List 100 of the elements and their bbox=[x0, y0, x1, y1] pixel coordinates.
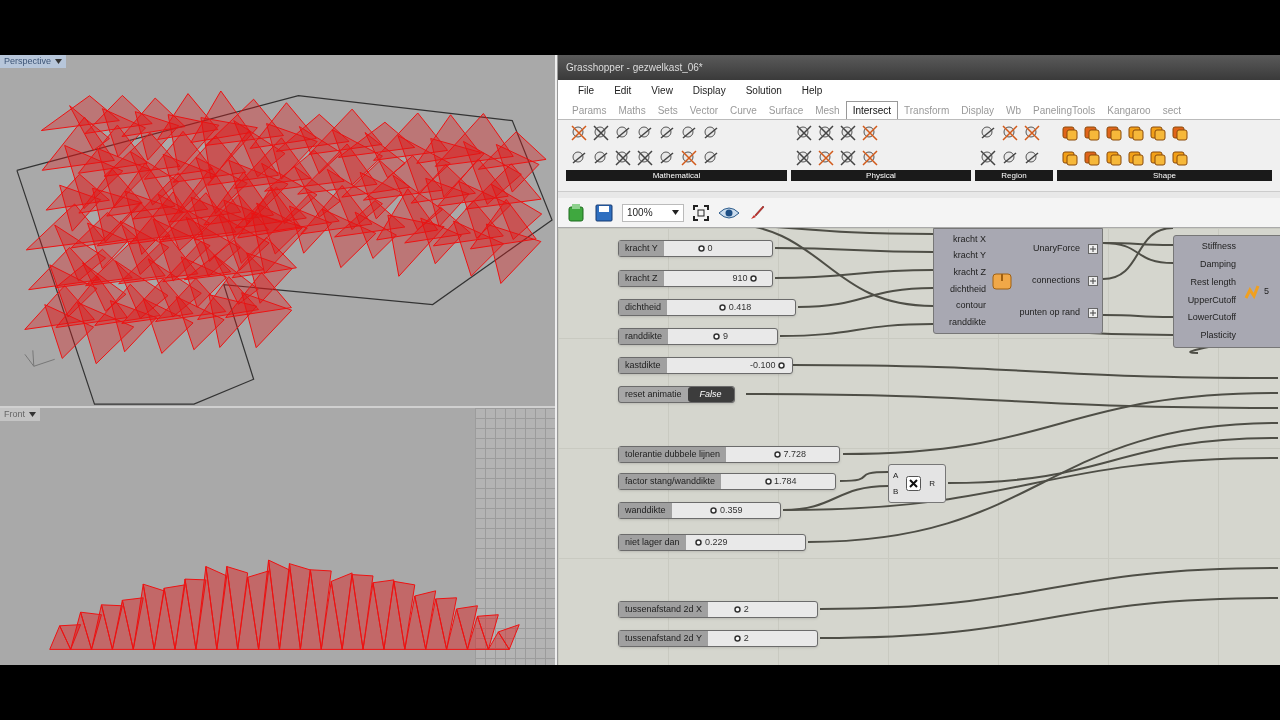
output-label: UnaryForce bbox=[1033, 242, 1080, 256]
ribbon-tab[interactable]: Display bbox=[955, 101, 1001, 119]
ribbon-tab[interactable]: Transform bbox=[898, 101, 956, 119]
paint-brush-icon[interactable] bbox=[748, 203, 766, 222]
intersect-tool-icon[interactable] bbox=[861, 149, 879, 167]
intersect-tool-icon[interactable] bbox=[979, 149, 997, 167]
slider-grip[interactable] bbox=[773, 451, 781, 458]
intersect-tool-icon[interactable] bbox=[570, 149, 588, 167]
front-viewport[interactable]: Front bbox=[0, 408, 555, 665]
cube-icon[interactable] bbox=[1061, 149, 1079, 167]
cube-icon[interactable] bbox=[1105, 124, 1123, 142]
ribbon-tab[interactable]: PanelingTools bbox=[1027, 101, 1102, 119]
intersect-tool-icon[interactable] bbox=[979, 124, 997, 142]
slider-grip[interactable] bbox=[734, 635, 742, 642]
cluster-component[interactable]: kracht X kracht Y kracht Z dichtheid contour randdikte UnaryForce connections punten op rand bbox=[933, 228, 1103, 334]
intersect-tool-icon[interactable] bbox=[702, 124, 720, 142]
cube-icon[interactable] bbox=[1083, 149, 1101, 167]
package-icon bbox=[992, 271, 1012, 291]
menu-item[interactable]: Solution bbox=[745, 82, 782, 98]
intersect-tool-icon[interactable] bbox=[636, 149, 654, 167]
intersect-tool-icon[interactable] bbox=[1001, 149, 1019, 167]
viewport-tab[interactable]: Perspective bbox=[0, 55, 67, 68]
boolean-toggle[interactable]: False bbox=[687, 387, 734, 402]
input-label: UpperCutoff bbox=[1187, 293, 1236, 307]
ribbon-tab[interactable]: Intersect bbox=[845, 101, 899, 119]
eye-icon[interactable] bbox=[718, 204, 740, 221]
intersect-tool-icon[interactable] bbox=[592, 124, 610, 142]
canvas[interactable] bbox=[558, 228, 1280, 665]
slider-value: 7.728 bbox=[783, 447, 806, 461]
spring-value: 5 bbox=[1264, 284, 1269, 298]
ribbon-tab[interactable]: Wb bbox=[1000, 101, 1028, 119]
intersect-tool-icon[interactable] bbox=[592, 149, 610, 167]
viewport-tab[interactable]: Front bbox=[0, 408, 40, 421]
zoom-dropdown[interactable]: 100% bbox=[622, 203, 684, 222]
intersect-tool-icon[interactable] bbox=[817, 149, 835, 167]
slider-grip[interactable] bbox=[695, 539, 703, 546]
ribbon-group-label: Mathematical bbox=[566, 170, 787, 181]
ribbon-tab[interactable]: sect bbox=[1156, 101, 1187, 119]
menu-item[interactable]: View bbox=[651, 82, 673, 98]
ribbon-tab[interactable]: Surface bbox=[762, 101, 810, 119]
intersect-tool-icon[interactable] bbox=[1023, 149, 1041, 167]
intersect-tool-icon[interactable] bbox=[861, 124, 879, 142]
slider-grip[interactable] bbox=[750, 275, 758, 282]
intersect-tool-icon[interactable] bbox=[658, 149, 676, 167]
menu-item[interactable]: Display bbox=[692, 82, 726, 98]
intersect-tool-icon[interactable] bbox=[1023, 124, 1041, 142]
intersect-tool-icon[interactable] bbox=[817, 124, 835, 142]
slider-grip[interactable] bbox=[734, 606, 742, 613]
input-label: A bbox=[893, 469, 899, 482]
intersect-tool-icon[interactable] bbox=[614, 149, 632, 167]
intersect-tool-icon[interactable] bbox=[636, 124, 654, 142]
cube-icon[interactable] bbox=[1127, 149, 1145, 167]
menu-item[interactable]: File bbox=[578, 82, 595, 98]
ribbon-tab[interactable]: Vector bbox=[683, 101, 725, 119]
intersect-tool-icon[interactable] bbox=[570, 124, 588, 142]
slider-grip[interactable] bbox=[719, 304, 727, 311]
intersect-tool-icon[interactable] bbox=[795, 124, 813, 142]
intersect-tool-icon[interactable] bbox=[702, 149, 720, 167]
save-icon[interactable] bbox=[594, 202, 614, 223]
intersect-tool-icon[interactable] bbox=[795, 149, 813, 167]
cube-icon[interactable] bbox=[1149, 124, 1167, 142]
perspective-viewport[interactable]: Perspective bbox=[0, 55, 555, 406]
intersect-tool-icon[interactable] bbox=[680, 149, 698, 167]
cube-icon[interactable] bbox=[1105, 149, 1123, 167]
ribbon-tab[interactable]: Maths bbox=[612, 101, 652, 119]
expand-icon[interactable] bbox=[1088, 308, 1098, 318]
slider-grip[interactable] bbox=[778, 362, 786, 369]
intersect-tool-icon[interactable] bbox=[680, 124, 698, 142]
menu-item[interactable]: Edit bbox=[614, 82, 632, 98]
input-label: dichtheid bbox=[949, 282, 986, 296]
intersect-tool-icon[interactable] bbox=[839, 149, 857, 167]
intersect-tool-icon[interactable] bbox=[1001, 124, 1019, 142]
open-file-icon[interactable] bbox=[566, 202, 586, 223]
toggle-label: reset animatie bbox=[624, 387, 683, 401]
spring-component[interactable]: Stiffness Damping Rest length UpperCutoff LowerCutoff Plasticity 5 bbox=[1173, 235, 1280, 348]
expand-icon[interactable] bbox=[1088, 276, 1098, 286]
expand-icon[interactable] bbox=[1088, 244, 1098, 254]
cube-icon[interactable] bbox=[1171, 124, 1189, 142]
intersect-tool-icon[interactable] bbox=[614, 124, 632, 142]
intersect-tool-icon[interactable] bbox=[839, 124, 857, 142]
ribbon-tab[interactable]: Sets bbox=[651, 101, 684, 119]
menu-item[interactable]: Help bbox=[801, 82, 823, 98]
ribbon-tab[interactable]: Curve bbox=[724, 101, 763, 119]
slider-value: 0.229 bbox=[704, 535, 728, 549]
cube-icon[interactable] bbox=[1127, 124, 1145, 142]
intersect-tool-icon[interactable] bbox=[658, 124, 676, 142]
ribbon-tab[interactable]: Params bbox=[566, 101, 613, 119]
slider-grip[interactable] bbox=[764, 478, 772, 485]
cube-icon[interactable] bbox=[1061, 124, 1079, 142]
slider-grip[interactable] bbox=[710, 507, 718, 514]
slider-grip[interactable] bbox=[713, 333, 721, 340]
cube-icon[interactable] bbox=[1083, 124, 1101, 142]
cube-icon[interactable] bbox=[1171, 149, 1189, 167]
slider-grip[interactable] bbox=[698, 245, 706, 252]
ribbon-tab[interactable]: Kangaroo bbox=[1101, 101, 1157, 119]
zoom-extents-icon[interactable] bbox=[692, 203, 710, 222]
ribbon-tab[interactable]: Mesh bbox=[809, 101, 846, 119]
cube-icon[interactable] bbox=[1149, 149, 1167, 167]
dropdown-icon bbox=[55, 58, 63, 65]
multiplication-component[interactable]: A B R bbox=[888, 464, 946, 503]
